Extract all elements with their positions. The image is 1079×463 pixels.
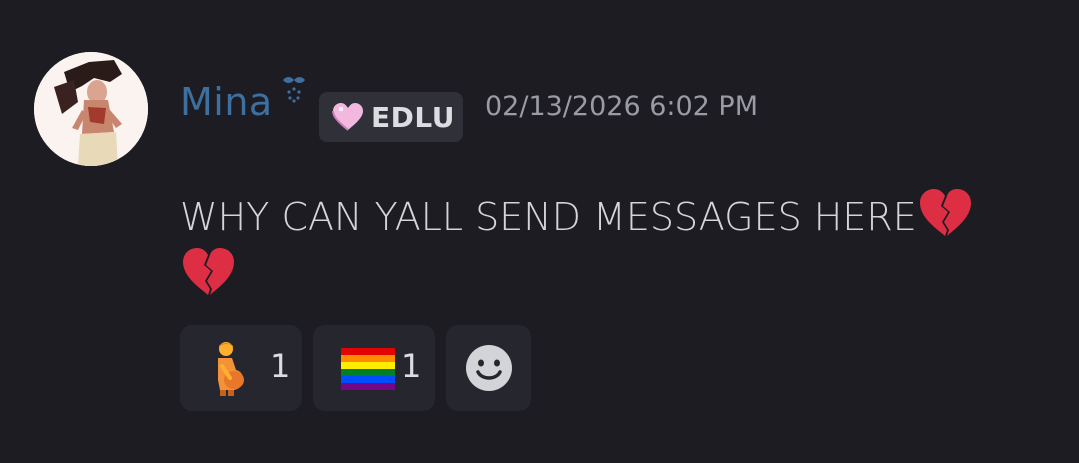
- guild-tag[interactable]: EDLU: [319, 92, 463, 142]
- message-text: WHY CAN YALL SEND MESSAGES HERE: [180, 195, 917, 239]
- chat-message: Mina EDLU 02/13/2026 6:02 PM WHY CAN YAL…: [0, 0, 1079, 463]
- message-content: WHY CAN YALL SEND MESSAGES HERE: [180, 186, 1040, 304]
- reaction-count: 1: [270, 347, 291, 385]
- username[interactable]: Mina: [180, 80, 273, 124]
- add-reaction-icon: [466, 345, 512, 391]
- broken-heart-icon: [919, 189, 971, 236]
- reaction-rainbow-flag[interactable]: 1: [313, 325, 435, 411]
- pregnant-person-icon: [218, 342, 244, 396]
- broken-heart-icon: [183, 248, 234, 295]
- avatar[interactable]: [34, 52, 148, 166]
- timestamp[interactable]: 02/13/2026 6:02 PM: [485, 91, 758, 122]
- add-reaction-button[interactable]: [446, 325, 531, 411]
- rainbow-flag-icon: [341, 348, 395, 390]
- pink-heart-icon: [332, 103, 363, 131]
- decoration-icon: [283, 77, 305, 103]
- guild-tag-label: EDLU: [371, 100, 455, 134]
- reaction-pregnant-person[interactable]: 1: [180, 325, 302, 411]
- reaction-count: 1: [401, 347, 422, 385]
